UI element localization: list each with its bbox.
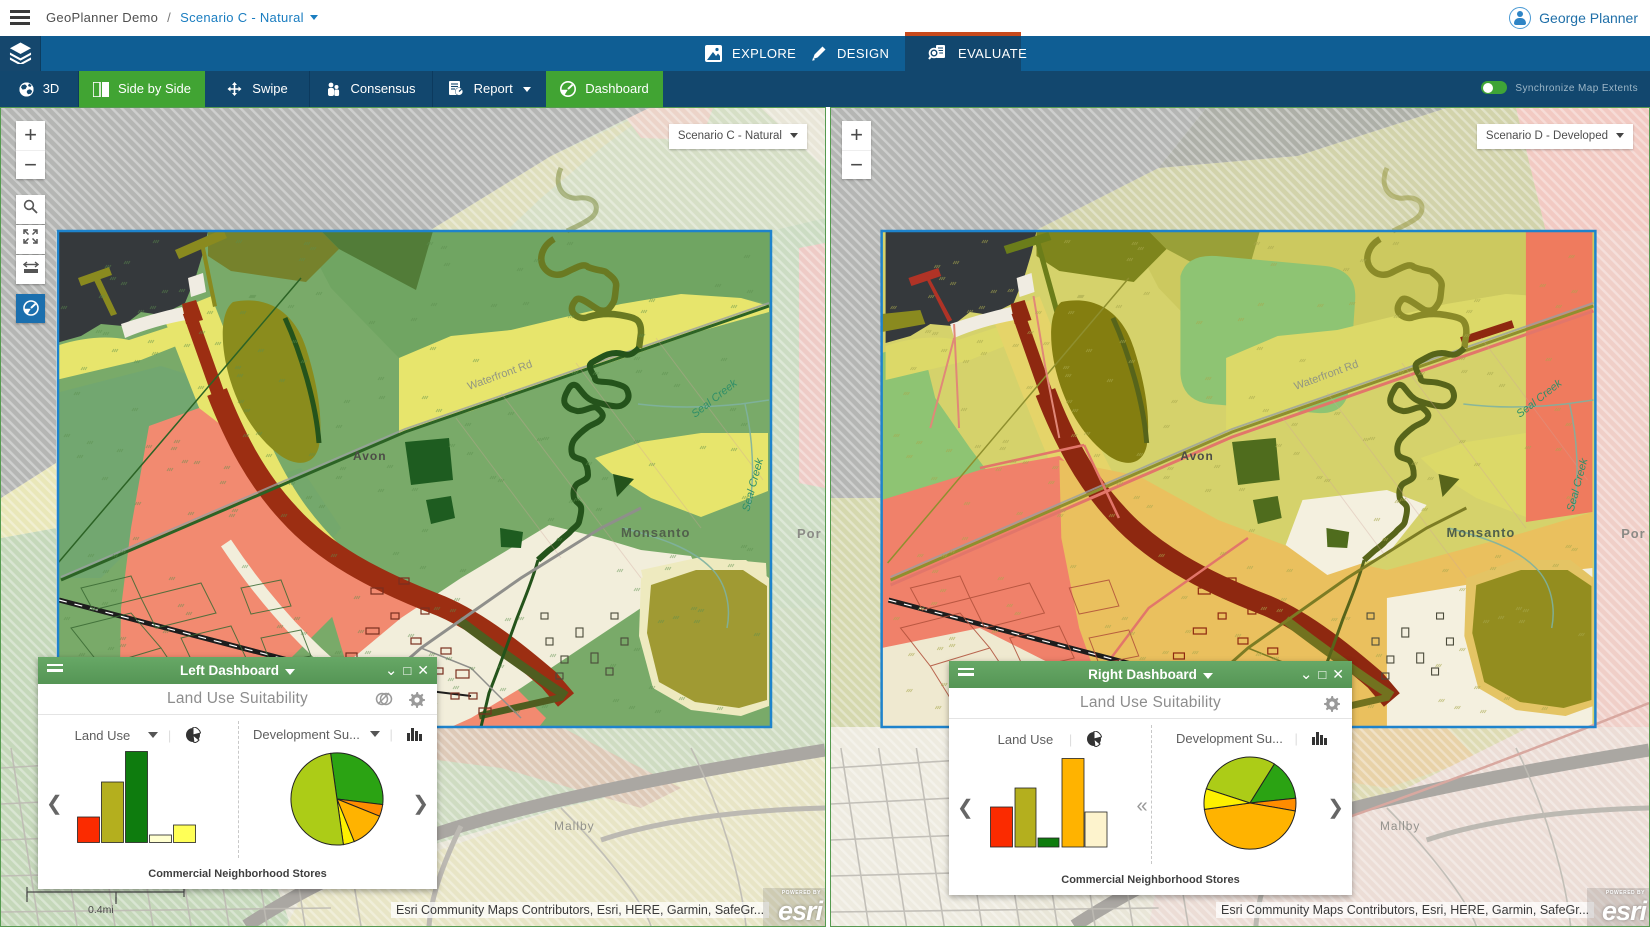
svg-text:Monsanto: Monsanto [621,525,690,540]
svg-text:Avon: Avon [1180,449,1213,463]
svg-text:Mallby: Mallby [1380,819,1420,833]
svg-text:Por: Por [797,526,822,541]
svg-text:0.4mi: 0.4mi [88,904,114,915]
svg-text:Avon: Avon [353,449,387,463]
svg-text:Mallby: Mallby [554,819,595,833]
svg-text:Por: Por [1621,526,1645,541]
svg-text:Monsanto: Monsanto [1446,525,1515,540]
